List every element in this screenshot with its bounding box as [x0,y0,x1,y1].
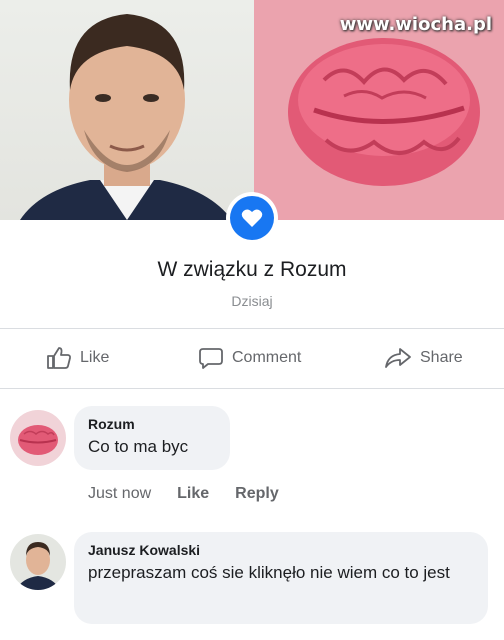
like-label: Like [80,349,110,366]
comment-label: Comment [232,349,302,366]
thumbs-up-icon [47,347,71,369]
share-button[interactable]: Share [384,340,463,376]
divider-top [0,328,504,329]
brain-avatar-icon [18,425,58,455]
heart-badge-circle [230,196,274,240]
relationship-badge [226,192,278,244]
share-arrow-icon [385,348,411,368]
speech-bubble-icon [199,348,223,369]
man-photo[interactable] [0,0,254,220]
post-date: Dzisiaj [231,293,273,309]
action-bar: Like Comment Share [0,340,504,376]
comment-like-button[interactable]: Like [177,485,209,503]
heart-icon [241,209,263,227]
comment-author[interactable]: Rozum [88,416,216,432]
comment-author[interactable]: Janusz Kowalski [88,542,474,558]
brain-photo[interactable]: www.wiocha.pl [254,0,504,220]
comment-meta: Just now Like Reply [88,485,279,503]
like-button[interactable]: Like [46,340,109,376]
avatar[interactable] [10,410,66,466]
comment-text: Co to ma byc [88,437,189,456]
comment-button[interactable]: Comment [198,340,301,376]
divider-bottom [0,388,504,389]
comment-reply-button[interactable]: Reply [235,485,279,503]
avatar[interactable] [10,534,66,590]
relationship-status: W związku z Rozum [157,258,347,281]
comment-timestamp: Just now [88,485,152,502]
man-avatar-icon [16,542,60,590]
comment-bubble: Rozum Co to ma byc [74,406,230,470]
profile-photos: www.wiocha.pl [0,0,504,220]
comment-text: przepraszam coś sie kliknęło nie wiem co… [88,563,450,582]
comment-bubble: Janusz Kowalski przepraszam coś sie klik… [74,532,488,624]
share-label: Share [420,349,463,366]
watermark: www.wiocha.pl [339,14,492,35]
man-portrait-icon [20,14,232,220]
